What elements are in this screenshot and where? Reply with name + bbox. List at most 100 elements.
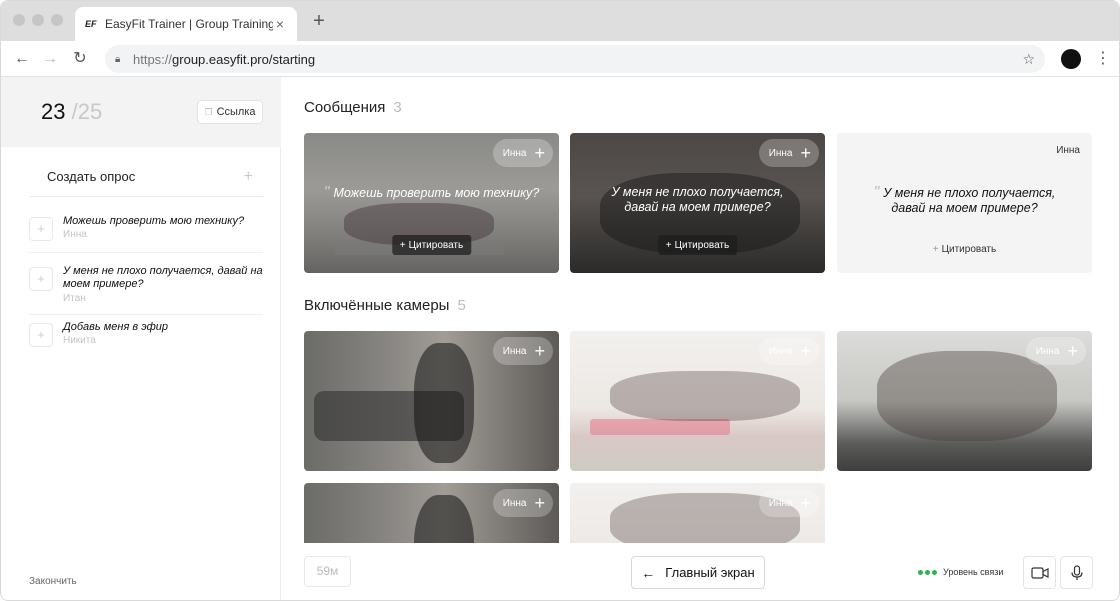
message-card: Инна " У меня не плохо получается, давай …	[837, 133, 1092, 273]
window-close-control[interactable]	[13, 14, 25, 26]
participant-name: Инна	[502, 345, 527, 357]
quote-icon: "	[873, 184, 880, 201]
connection-quality-label: Уровень связи	[943, 567, 1004, 577]
participant-name: Инна	[768, 497, 793, 509]
session-timer: 59м	[304, 556, 351, 587]
plus-icon: +	[665, 239, 672, 251]
camera-card[interactable]: Инна +	[570, 331, 825, 471]
tab-favicon: EF	[85, 19, 97, 29]
create-poll-button[interactable]: Создать опрос +	[29, 157, 263, 197]
message-quote: У меня не плохо получается, давай на мое…	[570, 185, 825, 215]
participants-counter-box: 23 /25 ❐ Ссылка	[1, 77, 281, 147]
participant-name-pill[interactable]: Инна +	[492, 489, 553, 517]
participants-current: 23	[41, 99, 66, 124]
main-content: Сообщения 3 Инна + " Можешь проверить мою …	[281, 77, 1119, 600]
address-bar[interactable]: 🔒︎ https:// group.easyfit.pro/starting ☆	[105, 45, 1045, 73]
message-quote-text: У меня не плохо получается, давай на мое…	[883, 186, 1056, 215]
cameras-title: Включённые камеры	[304, 297, 450, 314]
forward-icon[interactable]: →	[39, 48, 61, 70]
arrow-left-icon: ←	[641, 564, 656, 581]
message-author: Никита	[63, 335, 96, 346]
participant-name: Инна	[502, 147, 527, 159]
plus-icon: +	[534, 493, 545, 513]
create-poll-label: Создать опрос	[47, 169, 136, 184]
messages-section-title: Сообщения 3	[304, 99, 402, 116]
plus-icon: +	[800, 493, 811, 513]
message-quote-text: У меня не плохо получается, давай на мое…	[611, 185, 784, 214]
participant-name-pill[interactable]: Инна +	[758, 489, 819, 517]
browser-tab[interactable]: EF EasyFit Trainer | Group Training ×	[75, 7, 297, 41]
message-card: Инна + " Можешь проверить мою технику? + …	[304, 133, 559, 273]
message-text: Добавь меня в эфир	[63, 321, 169, 333]
close-icon[interactable]: ×	[273, 16, 287, 32]
participant-name: Инна	[1056, 145, 1080, 156]
cite-button[interactable]: + Цитировать	[391, 235, 472, 255]
cameras-count: 5	[457, 297, 466, 314]
plus-icon: +	[932, 244, 939, 255]
messages-count: 3	[393, 99, 402, 116]
connection-quality: Уровень связи	[918, 567, 1003, 577]
plus-icon: +	[399, 239, 406, 251]
reload-icon[interactable]: ↻	[69, 48, 91, 70]
tab-strip: EF EasyFit Trainer | Group Training × +	[1, 1, 1119, 41]
plus-icon: +	[1067, 341, 1078, 361]
cite-button-label: Цитировать	[941, 244, 997, 255]
browser-menu-icon[interactable]: ⋮	[1095, 48, 1111, 70]
plus-icon: +	[243, 167, 253, 185]
quote-icon: "	[323, 184, 330, 201]
participant-name: Инна	[1035, 345, 1060, 357]
finish-button[interactable]: Закончить	[29, 576, 77, 587]
participant-name-pill[interactable]: Инна +	[492, 337, 553, 365]
home-screen-button[interactable]: ← Главный экран	[631, 556, 765, 589]
message-card: Инна + У меня не плохо получается, давай…	[570, 133, 825, 273]
window-maximize-control[interactable]	[51, 14, 63, 26]
browser-toolbar: ← → ↻ 🔒︎ https:// group.easyfit.pro/star…	[1, 41, 1119, 77]
participant-name-pill[interactable]: Инна +	[758, 139, 819, 167]
messages-title: Сообщения	[304, 99, 386, 116]
participants-total: /25	[71, 99, 103, 124]
message-text: Можешь проверить мою технику?	[63, 215, 245, 227]
url-text: group.easyfit.pro/starting	[172, 51, 316, 67]
message-quote: " Можешь проверить мою технику?	[304, 185, 559, 201]
tab-title: EasyFit Trainer | Group Training	[105, 17, 273, 31]
add-message-button[interactable]: +	[29, 217, 53, 241]
camera-card[interactable]: Инна +	[304, 331, 559, 471]
plus-icon: +	[534, 143, 545, 163]
list-item: + Можешь проверить мою технику? Инна	[29, 209, 263, 253]
profile-avatar[interactable]	[1061, 49, 1081, 69]
message-author: Инна	[63, 229, 87, 240]
microphone-icon	[1070, 565, 1083, 581]
link-button[interactable]: ❐ Ссылка	[197, 100, 263, 124]
video-camera-icon	[1030, 567, 1049, 579]
cameras-section-title: Включённые камеры 5	[304, 297, 466, 314]
signal-icon	[918, 569, 937, 575]
participant-name: Инна	[768, 345, 793, 357]
message-text: У меня не плохо получается, давай на мое…	[63, 265, 263, 290]
list-item: + Добавь меня в эфир Никита	[29, 315, 263, 359]
participant-name-pill[interactable]: Инна +	[492, 139, 553, 167]
cite-button[interactable]: + Цитировать	[933, 244, 996, 255]
cite-button-label: Цитировать	[408, 239, 464, 251]
participant-name-pill[interactable]: Инна +	[758, 337, 819, 365]
back-icon[interactable]: ←	[11, 48, 33, 70]
cite-button-label: Цитировать	[674, 239, 730, 251]
home-screen-label: Главный экран	[665, 565, 755, 580]
lock-icon: 🔒︎	[115, 53, 121, 65]
cite-button[interactable]: + Цитировать	[657, 235, 738, 255]
camera-card[interactable]: Инна +	[837, 331, 1092, 471]
add-message-button[interactable]: +	[29, 267, 53, 291]
bookmark-star-icon[interactable]: ☆	[1022, 51, 1035, 68]
bottom-bar: 59м ← Главный экран Уровень связи	[281, 543, 1119, 600]
camera-toggle-button[interactable]	[1023, 556, 1056, 589]
add-message-button[interactable]: +	[29, 323, 53, 347]
window-minimize-control[interactable]	[32, 14, 44, 26]
sidebar: 23 /25 ❐ Ссылка Создать опрос + + Можешь…	[1, 77, 281, 600]
message-list: + Можешь проверить мою технику? Инна + У…	[29, 209, 263, 359]
microphone-toggle-button[interactable]	[1060, 556, 1093, 589]
list-item: + У меня не плохо получается, давай на м…	[29, 259, 263, 315]
message-quote: " У меня не плохо получается, давай на мо…	[837, 185, 1092, 216]
new-tab-button[interactable]: +	[309, 11, 329, 31]
participants-counter: 23 /25	[41, 99, 102, 125]
participant-name-pill[interactable]: Инна +	[1025, 337, 1086, 365]
participant-name: Инна	[502, 497, 527, 509]
